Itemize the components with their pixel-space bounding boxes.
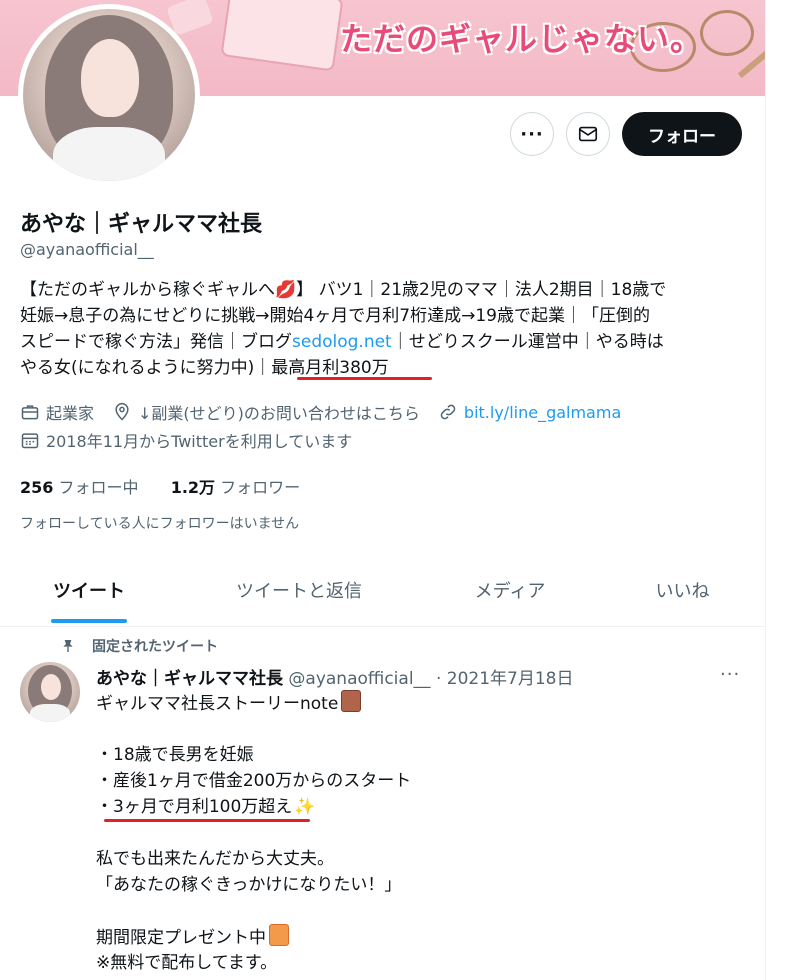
profile-avatar[interactable] (18, 4, 200, 186)
bio-line: 妊娠→息子の為にせどりに挑戦→開始4ヶ月で月利7桁達成→19歳で起業｜「圧倒的 (20, 306, 650, 326)
page-right-gutter (765, 0, 800, 980)
tweet-line: 「あなたの稼ぐきっかけになりたい！」 (96, 875, 402, 895)
avatar-shirt (30, 704, 70, 722)
tweet-line: ギャルママ社長ストーリーnote (96, 690, 736, 716)
message-button[interactable] (566, 112, 610, 156)
gift-icon (269, 924, 289, 946)
tweet-line: ・18歳で長男を妊娠 (96, 745, 254, 765)
sparkles-icon: ✨ (294, 797, 316, 817)
pinned-label-text: 固定されたツイート (92, 639, 218, 655)
bio-text: ｜せどりスクール運営中｜やる時は (391, 332, 664, 352)
link-icon (440, 404, 456, 420)
profile-tabs: ツイート ツイートと返信 メディア いいね (0, 554, 765, 627)
profile-joined: 2018年11月からTwitterを利用しています (46, 432, 353, 451)
avatar-shirt (53, 127, 165, 181)
avatar-face (41, 674, 61, 700)
tweet-line-text: ・3ヶ月で月利100万超え (96, 797, 293, 817)
user-handle: @ayanaofficial__ (20, 240, 154, 259)
followers-link[interactable]: 1.2万 フォロワー (171, 478, 300, 497)
bio-line: スピードで稼ぐ方法」発信｜ブログsedolog.net｜せどりスクール運営中｜や… (20, 329, 740, 355)
notebook-icon (341, 690, 362, 712)
tab-tweets-and-replies[interactable]: ツイートと返信 (178, 554, 420, 626)
following-label: フォロー中 (58, 478, 139, 497)
more-options-button[interactable]: ··· (510, 112, 554, 156)
follow-button[interactable]: フォロー (622, 112, 742, 156)
display-name: あやな｜ギャルママ社長 (20, 212, 263, 237)
profile-joined-row: 2018年11月からTwitterを利用しています (20, 428, 352, 452)
bio-link[interactable]: sedolog.net (292, 332, 392, 352)
avatar-photo (23, 9, 195, 181)
active-tab-indicator (51, 619, 127, 623)
tweet-line (96, 898, 736, 924)
bio-line: 【ただのギャルから稼ぐギャルへ💋】 バツ1｜21歳2児のママ｜法人2期目｜18歳… (20, 280, 667, 300)
banner-title: ただのギャルじゃない。 (340, 20, 704, 58)
profile-bio: 【ただのギャルから稼ぐギャルへ💋】 バツ1｜21歳2児のママ｜法人2期目｜18歳… (20, 277, 740, 381)
following-count: 256 (20, 478, 54, 497)
avatar-face (81, 39, 139, 117)
tweet-line (96, 716, 736, 742)
tab-media[interactable]: メディア (420, 554, 600, 626)
tweet-author-avatar[interactable] (20, 662, 80, 722)
calendar-icon (21, 433, 39, 449)
banner-glasses (700, 10, 754, 56)
tweet-line (96, 820, 736, 846)
mail-icon (578, 126, 598, 142)
tweet-header: あやな｜ギャルママ社長 @ayanaofficial__ · 2021年7月18… (96, 664, 573, 689)
tab-likes[interactable]: いいね (600, 554, 765, 626)
tweet-line: 私でも出来たんだから大丈夫。 (96, 849, 334, 869)
bio-highlight: 最高月利380万 (271, 358, 389, 378)
tweet-line: ・産後1ヶ月で借金200万からのスタート (96, 771, 412, 791)
briefcase-icon (21, 405, 39, 420)
highlight-underline (297, 377, 432, 380)
following-link[interactable]: 256 フォロー中 (20, 478, 139, 497)
tweet-line-text: 期間限定プレゼント中 (96, 928, 266, 948)
tweet-line: ・3ヶ月で月利100万超え ✨ (96, 794, 736, 820)
followers-you-know-note: フォローしている人にフォロワーはいません (20, 516, 300, 532)
tweet-author-name[interactable]: あやな｜ギャルママ社長 (96, 669, 283, 689)
tweet-author-handle[interactable]: @ayanaofficial__ (288, 669, 430, 689)
pinned-tweet-label: 固定されたツイート (60, 636, 218, 656)
profile-website-link[interactable]: bit.ly/line_galmama (464, 403, 621, 422)
tab-tweets[interactable]: ツイート (0, 554, 178, 626)
tweet-text: ギャルママ社長ストーリーnote ・18歳で長男を妊娠 ・産後1ヶ月で借金200… (96, 690, 736, 976)
tweet-date[interactable]: 2021年7月18日 (447, 669, 574, 689)
followers-label: フォロワー (220, 478, 301, 497)
banner-pen (737, 47, 765, 79)
bio-text: やる女(になれるように努力中)｜ (20, 358, 272, 378)
tweet-separator: · (435, 669, 442, 689)
location-icon (115, 402, 129, 421)
followers-count: 1.2万 (170, 478, 216, 497)
tweet-line: ※無料で配布してます。 (96, 953, 278, 973)
follow-counts: 256 フォロー中 1.2万 フォロワー (20, 474, 300, 498)
bio-text: スピードで稼ぐ方法」発信｜ブログ (20, 332, 292, 352)
profile-location: ↓副業(せどり)のお問い合わせはこちら (138, 404, 420, 423)
highlight-underline (104, 819, 310, 822)
profile-category: 起業家 (46, 404, 95, 423)
pin-icon (63, 640, 73, 652)
more-icon: ··· (520, 123, 544, 145)
tweet-more-button[interactable]: ··· (720, 664, 740, 685)
tweet-line-text: ギャルママ社長ストーリーnote (96, 694, 339, 714)
banner-decoration (220, 0, 344, 72)
profile-page: ただのギャルじゃない。 ··· フォロー あやな｜ギャルママ社長 @ayanao… (0, 0, 765, 980)
tweet-line: 期間限定プレゼント中 (96, 924, 736, 950)
profile-meta-row: 起業家 ↓副業(せどり)のお問い合わせはこちら bit.ly/line_galm… (20, 400, 621, 424)
